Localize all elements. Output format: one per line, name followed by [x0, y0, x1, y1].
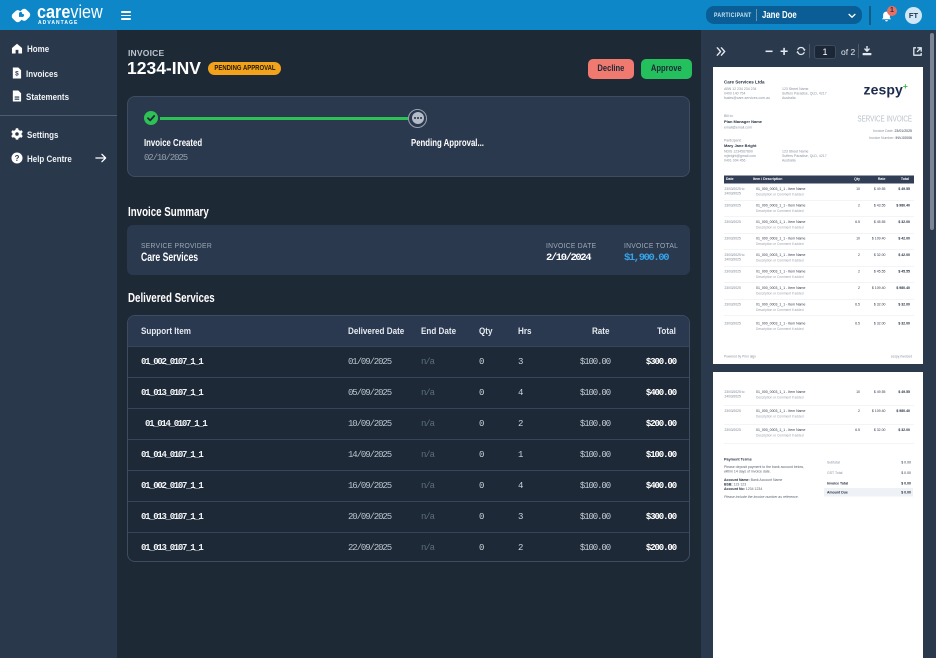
svg-text:$: $	[15, 70, 19, 77]
svg-text:?: ?	[15, 153, 20, 162]
